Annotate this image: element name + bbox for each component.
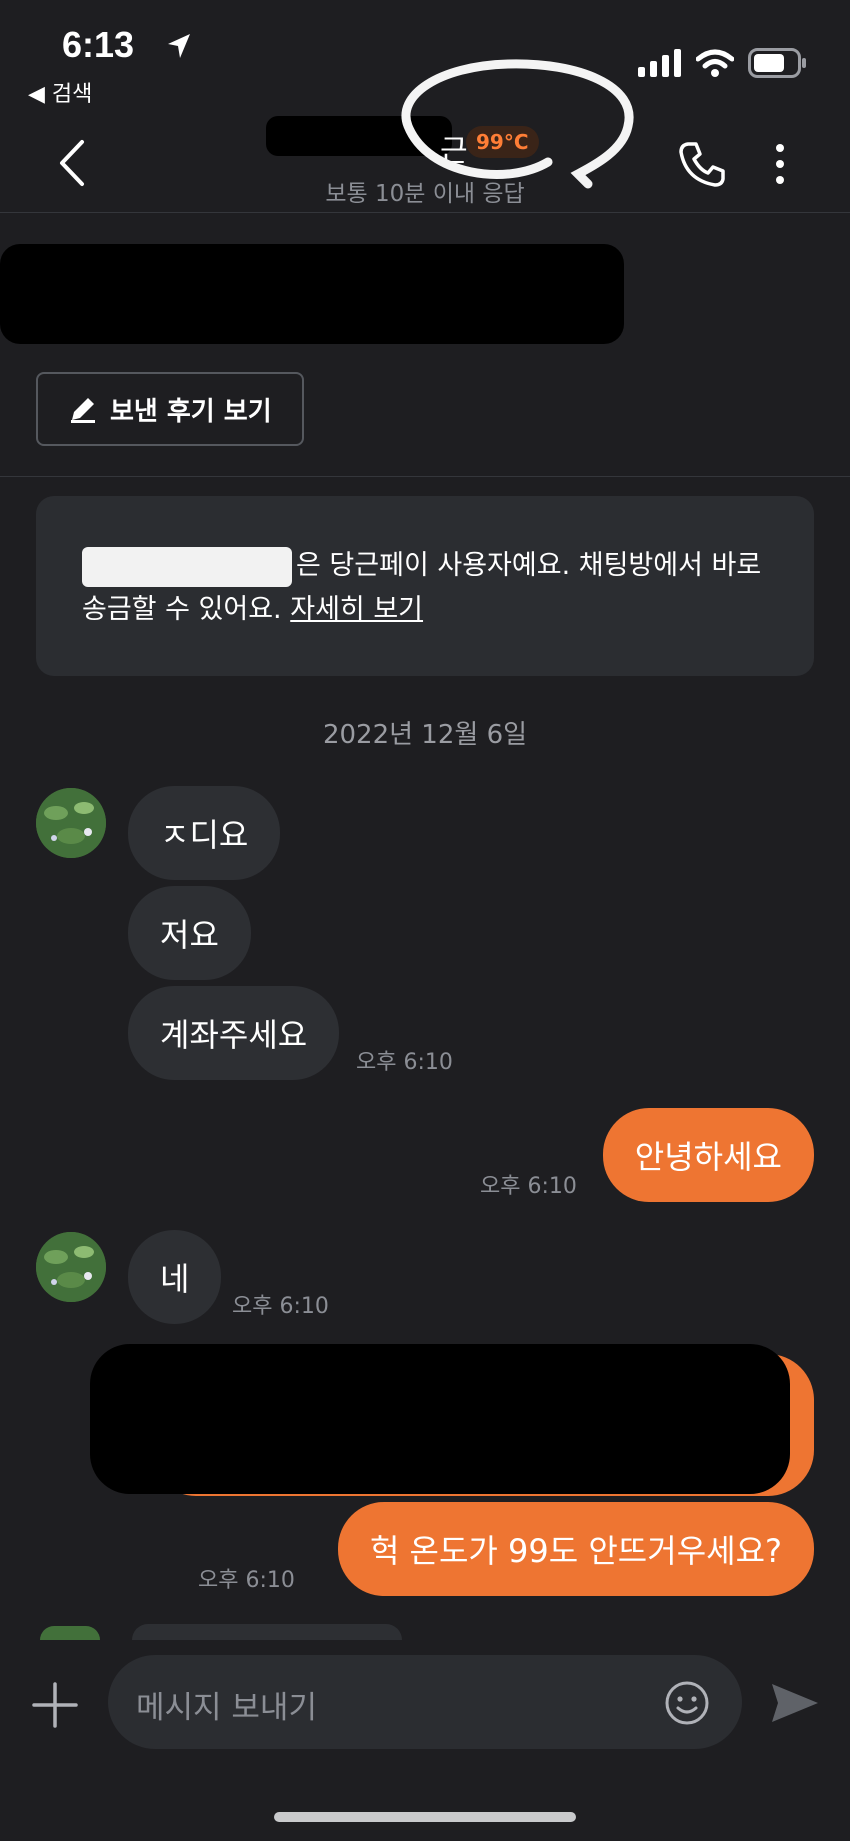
- cellular-signal-icon: [638, 49, 681, 77]
- message-timestamp: 오후 6:10: [480, 1174, 577, 1199]
- message-timestamp: 오후 6:10: [356, 1050, 453, 1075]
- home-indicator: [274, 1812, 576, 1822]
- incoming-message-partial: [132, 1624, 402, 1640]
- battery-icon: [748, 48, 806, 78]
- plus-icon[interactable]: [32, 1682, 78, 1728]
- message-timestamp: 오후 6:10: [198, 1568, 295, 1593]
- emoji-icon[interactable]: [664, 1680, 710, 1726]
- header-divider: [0, 212, 850, 213]
- more-menu-icon[interactable]: [772, 142, 788, 186]
- phone-call-icon[interactable]: [678, 140, 726, 188]
- pencil-icon: [71, 398, 95, 423]
- sent-review-button[interactable]: 보낸 후기 보기: [36, 372, 304, 446]
- incoming-message: 저요: [128, 886, 251, 980]
- incoming-message: 네: [128, 1230, 222, 1324]
- back-to-search-link[interactable]: ◀ 검색: [28, 76, 92, 108]
- incoming-message: ㅈ디요: [128, 786, 281, 880]
- karrot-pay-info-box: 은 당근페이 사용자예요. 채팅방에서 바로 송금할 수 있어요. 자세히 보기: [36, 496, 814, 676]
- status-time: 6:13: [62, 24, 135, 65]
- hand-drawn-circle-annotation: [401, 59, 634, 189]
- avatar-leaf-image: [36, 788, 106, 858]
- date-divider: 2022년 12월 6일: [322, 720, 528, 750]
- redacted-product-info: [0, 244, 624, 344]
- sent-review-label: 보낸 후기 보기: [110, 396, 272, 427]
- status-icons: [638, 48, 806, 78]
- avatar[interactable]: [36, 1232, 106, 1302]
- send-icon[interactable]: [770, 1680, 820, 1726]
- message-timestamp: 오후 6:10: [232, 1294, 329, 1319]
- message-input-placeholder: 메시지 보내기: [136, 1690, 317, 1726]
- redaction-scribble: [90, 1344, 790, 1494]
- outgoing-message: 안녕하세요: [602, 1108, 814, 1202]
- outgoing-message: 헉 온도가 99도 안뜨거우세요?: [337, 1502, 814, 1596]
- section-divider: [0, 476, 850, 477]
- avatar[interactable]: [36, 788, 106, 858]
- redacted-username: [82, 546, 292, 587]
- location-arrow-icon: [168, 34, 190, 58]
- avatar-leaf-image: [36, 1232, 106, 1302]
- wifi-icon: [696, 49, 734, 77]
- learn-more-link[interactable]: 자세히 보기: [290, 594, 423, 625]
- avatar-partial: [40, 1626, 100, 1640]
- incoming-message: 계좌주세요: [128, 986, 340, 1080]
